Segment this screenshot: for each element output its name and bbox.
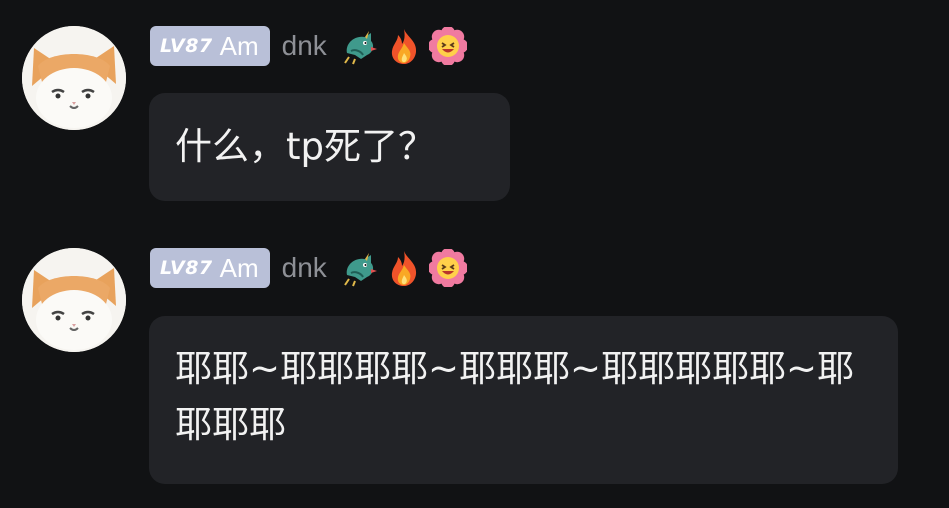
- message-bubble[interactable]: 耶耶~耶耶耶耶~耶耶耶~耶耶耶耶耶~耶耶耶耶: [149, 316, 898, 484]
- avatar[interactable]: [22, 26, 126, 130]
- cat-avatar-icon: [22, 248, 126, 352]
- user-badges: [341, 249, 467, 287]
- smiling-face-flower-icon: [428, 27, 467, 65]
- fire-icon: [385, 27, 423, 65]
- level-label: LV87: [160, 257, 213, 279]
- level-badge[interactable]: LV87 Am: [150, 26, 270, 66]
- chat-view: LV87 Am dnk 什么，tp死了？ LV87 Am dnk 耶耶~耶耶耶耶…: [0, 0, 949, 508]
- user-badges: [341, 27, 467, 65]
- username[interactable]: dnk: [282, 30, 327, 62]
- message-header: LV87 Am dnk: [150, 26, 467, 66]
- message-header: LV87 Am dnk: [150, 248, 467, 288]
- username[interactable]: dnk: [282, 252, 327, 284]
- message-bubble[interactable]: 什么，tp死了？: [149, 93, 510, 201]
- dragon-icon: [341, 249, 379, 287]
- cat-avatar-icon: [22, 26, 126, 130]
- dragon-icon: [341, 27, 379, 65]
- smiling-face-flower-icon: [428, 249, 467, 287]
- level-tag: Am: [219, 30, 259, 61]
- level-label: LV87: [160, 35, 213, 57]
- level-tag: Am: [219, 252, 259, 283]
- fire-icon: [385, 249, 423, 287]
- avatar[interactable]: [22, 248, 126, 352]
- level-badge[interactable]: LV87 Am: [150, 248, 270, 288]
